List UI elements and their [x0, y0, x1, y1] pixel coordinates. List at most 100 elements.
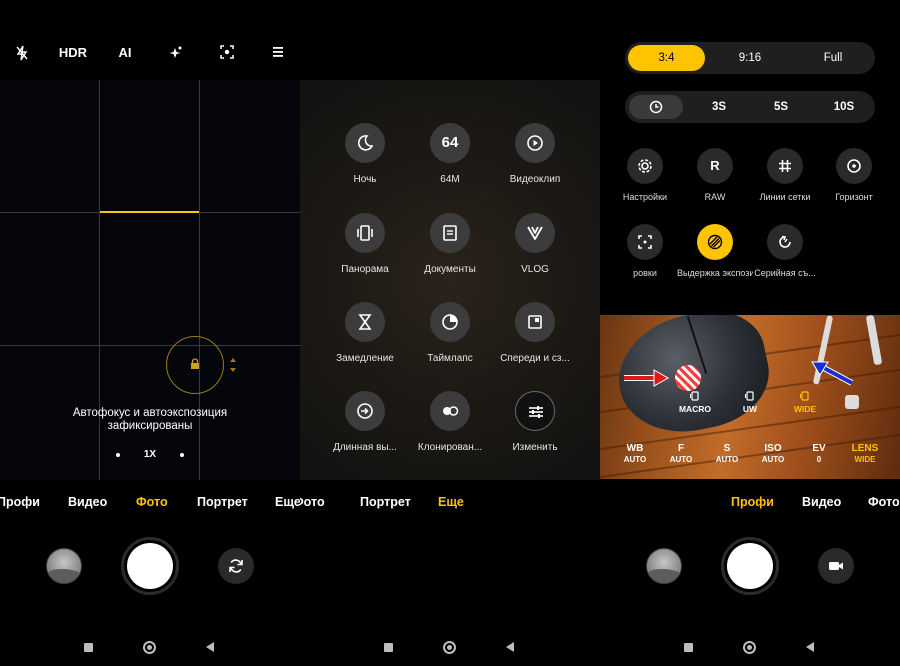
- ratio-9-16[interactable]: 9:16: [715, 42, 785, 74]
- mode-pro[interactable]: Профи: [0, 492, 40, 512]
- video-mode-button[interactable]: [818, 548, 854, 584]
- zoom-dot[interactable]: [180, 453, 184, 457]
- shutter-button[interactable]: [721, 537, 779, 595]
- home-button[interactable]: [743, 641, 756, 654]
- pro-params-bar: WB AUTO F AUTO S AUTO ISO AUTO EV 0 LENS WIDE: [600, 443, 900, 471]
- param-f[interactable]: F AUTO: [658, 443, 704, 465]
- home-button[interactable]: [143, 641, 156, 654]
- macro-lens-icon: [690, 391, 699, 401]
- grid-icon: [779, 160, 791, 172]
- mode-64m[interactable]: 64 64M: [410, 123, 490, 185]
- mode-night[interactable]: Ночь: [325, 123, 405, 185]
- settings-button[interactable]: Настройки: [607, 148, 683, 202]
- mode-panorama[interactable]: Панорама: [325, 213, 405, 275]
- mode-photo[interactable]: Фото: [868, 492, 900, 512]
- burst-toggle[interactable]: Серийная съ...: [747, 224, 823, 278]
- focus-frame-toggle[interactable]: ровки: [607, 224, 683, 278]
- exposure-stripes-icon: [707, 234, 723, 250]
- ultrawide-lens-icon: [745, 391, 754, 401]
- mode-clone[interactable]: Клонирован...: [410, 391, 490, 453]
- af-ae-locked-message: Автофокус и автоэкспозиция зафиксированы: [72, 407, 228, 432]
- blue-arrow-icon: [811, 361, 854, 386]
- recents-button[interactable]: [684, 643, 693, 652]
- gallery-thumbnail[interactable]: [646, 548, 682, 584]
- timer-5s[interactable]: 5S: [759, 91, 803, 123]
- mode-portrait[interactable]: Портрет: [360, 492, 411, 512]
- mode-vlog[interactable]: VLOG: [495, 213, 575, 275]
- ratio-full[interactable]: Full: [798, 42, 868, 74]
- ai-toggle[interactable]: AI: [105, 40, 145, 66]
- lens-uw[interactable]: UW: [725, 391, 775, 414]
- pro-mode-screen: 3:4 9:16 Full 3S 5S 10S Настройки R RAW …: [600, 0, 900, 666]
- back-button[interactable]: [806, 642, 814, 652]
- param-wb[interactable]: WB AUTO: [612, 443, 658, 465]
- panorama-icon: [357, 225, 373, 241]
- hourglass-icon: [358, 314, 372, 330]
- lens-macro[interactable]: MACRO: [670, 391, 720, 414]
- param-ev[interactable]: EV 0: [796, 443, 842, 465]
- raw-toggle[interactable]: R RAW: [677, 148, 753, 202]
- mode-timelapse[interactable]: Таймлапс: [410, 302, 490, 364]
- top-toolbar: HDR AI: [0, 40, 300, 66]
- timer-off[interactable]: [629, 95, 683, 119]
- document-icon: [443, 225, 457, 241]
- system-nav-bar: [0, 640, 300, 656]
- home-button[interactable]: [443, 641, 456, 654]
- back-button[interactable]: [206, 642, 214, 652]
- video-camera-icon: [829, 562, 843, 570]
- recents-button[interactable]: [384, 643, 393, 652]
- zoom-dot[interactable]: [116, 453, 120, 457]
- timer-3s[interactable]: 3S: [697, 91, 741, 123]
- moon-icon: [357, 135, 374, 151]
- google-lens-icon[interactable]: [207, 40, 247, 66]
- 64m-icon: 64: [441, 134, 459, 151]
- param-iso[interactable]: ISO AUTO: [750, 443, 796, 465]
- mode-more[interactable]: Еще: [275, 492, 300, 512]
- recents-button[interactable]: [84, 643, 93, 652]
- timer-10s[interactable]: 10S: [822, 91, 866, 123]
- system-nav-bar: [600, 640, 900, 656]
- zoom-level[interactable]: 1X: [135, 449, 165, 461]
- wide-lens-icon: [800, 391, 809, 401]
- mode-documents[interactable]: Документы: [410, 213, 490, 275]
- mode-video[interactable]: Видео: [68, 492, 107, 512]
- beauty-icon[interactable]: [156, 40, 196, 66]
- lens-selector: MACRO UW WIDE: [600, 391, 900, 421]
- shutter-button[interactable]: [121, 537, 179, 595]
- mode-video[interactable]: Видео: [802, 492, 841, 512]
- mode-dual-view[interactable]: Спереди и сз...: [495, 302, 575, 364]
- mode-photo[interactable]: Фото: [136, 492, 168, 512]
- mode-videoclip[interactable]: Видеоклип: [495, 123, 575, 185]
- more-modes-screen: Ночь 64 64M Видеоклип Панорама Документы…: [300, 0, 600, 666]
- switch-camera-button[interactable]: [218, 548, 254, 584]
- mode-slowmotion[interactable]: Замедление: [325, 302, 405, 364]
- level-indicator: [100, 211, 199, 213]
- flash-off-icon[interactable]: [2, 40, 42, 66]
- long-exposure-toggle[interactable]: Выдержка экспозиции: [677, 224, 753, 278]
- horizon-toggle[interactable]: Горизонт: [816, 148, 892, 202]
- camera-preview[interactable]: MACRO UW WIDE WB AUTO F AUTO S AUTO ISO AUTO…: [600, 315, 900, 479]
- back-button[interactable]: [506, 642, 514, 652]
- switch-camera-icon: [229, 559, 243, 573]
- ratio-3-4[interactable]: 3:4: [628, 45, 705, 71]
- mode-more[interactable]: Еще: [438, 492, 464, 512]
- exposure-slider-icon[interactable]: [229, 358, 237, 372]
- mode-pro[interactable]: Профи: [731, 492, 774, 512]
- mode-switcher: Фото Портрет Еще: [300, 492, 600, 512]
- mode-portrait[interactable]: Портрет: [197, 492, 248, 512]
- menu-icon[interactable]: [258, 40, 298, 66]
- clone-icon: [443, 406, 459, 416]
- zoom-selector[interactable]: 1X: [100, 449, 200, 461]
- param-s[interactable]: S AUTO: [704, 443, 750, 465]
- hdr-toggle[interactable]: HDR: [53, 40, 93, 66]
- gallery-thumbnail[interactable]: [46, 548, 82, 584]
- level-icon: [847, 159, 861, 173]
- param-lens[interactable]: LENS WIDE: [842, 443, 888, 465]
- long-exposure-icon: [357, 403, 373, 419]
- gear-icon: [638, 159, 652, 173]
- mode-long-exposure[interactable]: Длинная вы...: [325, 391, 405, 453]
- gridlines-toggle[interactable]: Линии сетки: [747, 148, 823, 202]
- edit-modes-button[interactable]: Изменить: [495, 391, 575, 453]
- lens-wide[interactable]: WIDE: [780, 391, 830, 414]
- mode-photo[interactable]: Фото: [300, 492, 325, 512]
